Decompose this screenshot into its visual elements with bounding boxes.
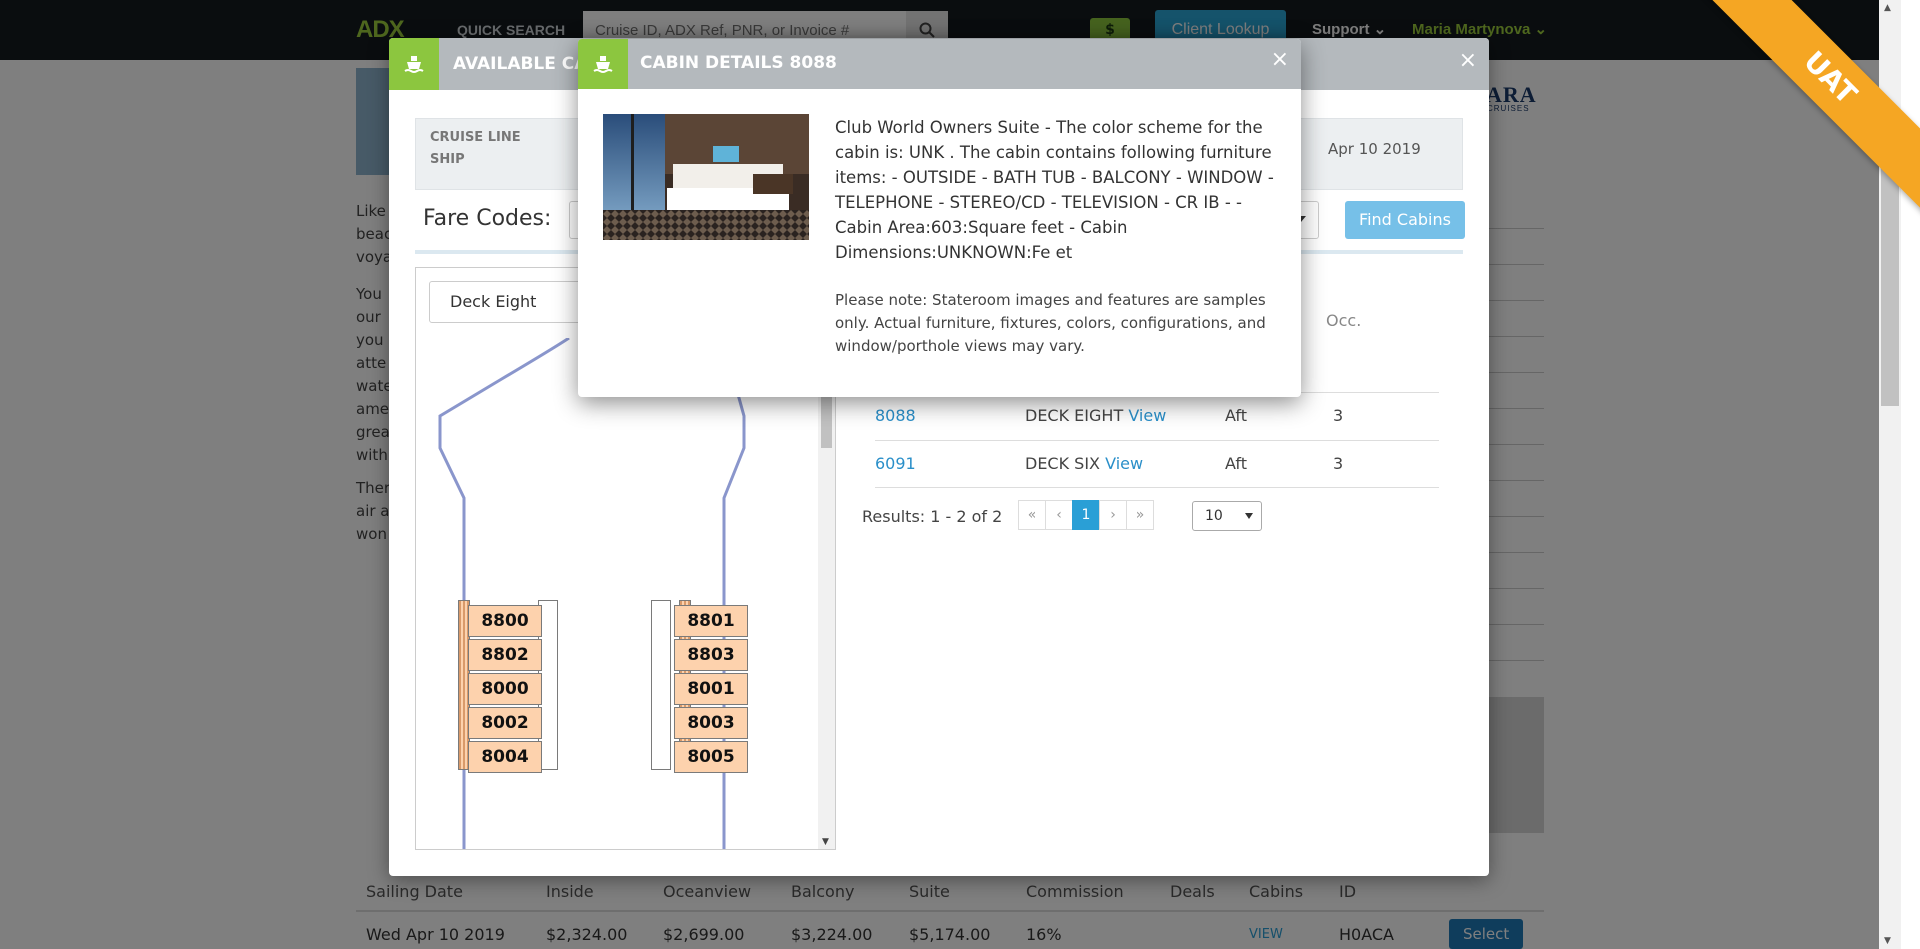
page-size-select[interactable]: 10 [1192,501,1262,531]
deck-name: DECK SIX [1025,454,1101,473]
pagination: « ‹ 1 › » [1018,500,1154,530]
find-cabins-button[interactable]: Find Cabins [1345,201,1465,239]
scroll-down-arrow-icon[interactable]: ▼ [822,837,829,847]
first-page-button[interactable]: « [1018,500,1046,530]
results-count: Results: 1 - 2 of 2 [862,507,1003,526]
deck-plan-outline [438,338,746,849]
deck-name: DECK EIGHT [1025,406,1124,425]
close-icon[interactable]: × [1459,50,1477,72]
cabin-deck: DECK SIX View [1025,454,1143,473]
col-occupancy: Occ. [1326,311,1362,330]
cabin-details-modal: CABIN DETAILS 8088 × Club World Owners S… [578,39,1301,397]
cabin-location: Aft [1225,454,1247,473]
view-deck-link[interactable]: View [1128,406,1166,425]
cabin-number-link[interactable]: 6091 [875,454,916,473]
deck-cabin-8000[interactable]: 8000 [468,673,542,705]
close-icon[interactable]: × [1271,49,1289,71]
deck-cabin-8803[interactable]: 8803 [674,639,748,671]
last-page-button[interactable]: » [1126,500,1154,530]
cabin-deck: DECK EIGHT View [1025,406,1166,425]
deck-cabin-8801[interactable]: 8801 [674,605,748,637]
deck-cabin-8005[interactable]: 8005 [674,741,748,773]
sailing-date-value: Apr 10 2019 [1328,140,1421,158]
ship-label: SHIP [430,152,465,167]
cabin-occupancy: 3 [1333,406,1344,425]
scroll-up-arrow-icon[interactable]: ▲ [1884,3,1891,13]
page-scrollbar[interactable]: ▲ ▼ [1879,0,1901,949]
deck-cabin-8002[interactable]: 8002 [468,707,542,739]
divider [875,487,1439,488]
deck-corridor-right [651,600,671,770]
table-row: 8088 DECK EIGHT View Aft 3 [875,392,1439,440]
table-row: 6091 DECK SIX View Aft 3 [875,440,1439,488]
cabin-occupancy: 3 [1333,454,1344,473]
cabin-location: Aft [1225,406,1247,425]
scrollbar-thumb[interactable] [1881,152,1899,406]
window-edge [1901,0,1920,949]
caret-down-icon [1245,513,1253,519]
modal-header: CABIN DETAILS 8088 × [578,39,1301,89]
deck-cabin-8001[interactable]: 8001 [674,673,748,705]
scroll-down-arrow-icon[interactable]: ▼ [1884,936,1891,946]
page-1-button[interactable]: 1 [1072,500,1100,530]
fare-codes-label: Fare Codes: [423,206,552,231]
prev-page-button[interactable]: ‹ [1045,500,1073,530]
deck-cabin-8004[interactable]: 8004 [468,741,542,773]
stateroom-disclaimer: Please note: Stateroom images and featur… [835,291,1266,355]
deck-cabin-8800[interactable]: 8800 [468,605,542,637]
deck-cabin-8003[interactable]: 8003 [674,707,748,739]
ship-icon [389,38,439,90]
cabin-description: Club World Owners Suite - The color sche… [835,118,1274,262]
page-size-value: 10 [1205,508,1223,524]
modal-title: CABIN DETAILS 8088 [640,53,837,73]
cruise-line-label: CRUISE LINE [430,130,521,145]
next-page-button[interactable]: › [1099,500,1127,530]
deck-cabin-8802[interactable]: 8802 [468,639,542,671]
cabin-number-link[interactable]: 8088 [875,406,916,425]
view-deck-link[interactable]: View [1105,454,1143,473]
ship-icon [578,39,628,89]
cabin-photo [603,114,809,240]
